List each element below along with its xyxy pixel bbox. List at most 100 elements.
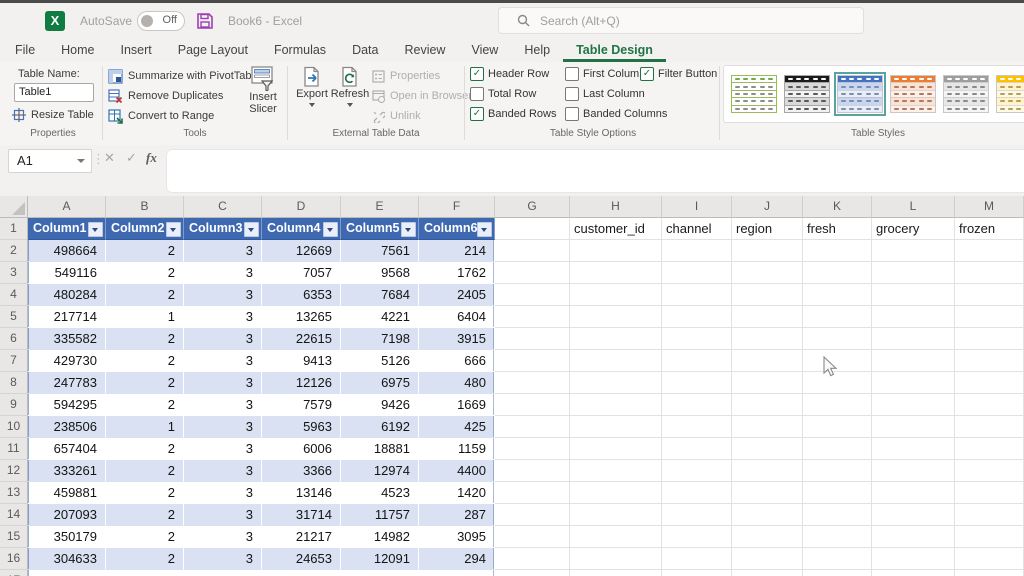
- resize-table-button[interactable]: Resize Table: [12, 106, 94, 124]
- summarize-with-pivottable-button[interactable]: Summarize with PivotTable: [108, 67, 260, 85]
- cell-C7[interactable]: 3: [184, 350, 262, 372]
- cell-C15[interactable]: 3: [184, 526, 262, 548]
- column-header-J[interactable]: J: [732, 196, 803, 218]
- cell-B2[interactable]: 2: [106, 240, 184, 262]
- cell-H16[interactable]: [570, 548, 662, 570]
- formula-input[interactable]: [166, 149, 1024, 193]
- cell-F8[interactable]: 480: [419, 372, 495, 394]
- cell-D10[interactable]: 5963: [262, 416, 341, 438]
- checkbox-box-header-row[interactable]: ✓: [470, 67, 484, 81]
- column-header-H[interactable]: H: [570, 196, 662, 218]
- cell-A2[interactable]: 498664: [28, 240, 106, 262]
- row-header-6[interactable]: 6: [0, 328, 28, 350]
- cell-M13[interactable]: [955, 482, 1024, 504]
- cell-B6[interactable]: 2: [106, 328, 184, 350]
- row-header-11[interactable]: 11: [0, 438, 28, 460]
- cell-I2[interactable]: [662, 240, 732, 262]
- row-header-9[interactable]: 9: [0, 394, 28, 416]
- cell-G15[interactable]: [495, 526, 570, 548]
- excel-app-icon[interactable]: X: [45, 11, 65, 31]
- cell-I15[interactable]: [662, 526, 732, 548]
- cell-D6[interactable]: 22615: [262, 328, 341, 350]
- cell-K4[interactable]: [803, 284, 872, 306]
- cell-A9[interactable]: 594295: [28, 394, 106, 416]
- cell-J17[interactable]: [732, 570, 803, 576]
- cell-G4[interactable]: [495, 284, 570, 306]
- cell-K1[interactable]: fresh: [803, 218, 872, 240]
- cell-D3[interactable]: 7057: [262, 262, 341, 284]
- name-box[interactable]: A1: [8, 149, 92, 173]
- cell-J1[interactable]: region: [732, 218, 803, 240]
- export-dropdown-chevron[interactable]: [309, 103, 315, 107]
- checkbox-total-row[interactable]: Total Row: [470, 87, 536, 101]
- cell-E4[interactable]: 7684: [341, 284, 419, 306]
- cell-I5[interactable]: [662, 306, 732, 328]
- checkbox-box-banded-rows[interactable]: ✓: [470, 107, 484, 121]
- cell-K17[interactable]: [803, 570, 872, 576]
- tab-help[interactable]: Help: [511, 40, 563, 62]
- cell-L8[interactable]: [872, 372, 955, 394]
- cell-M1[interactable]: frozen: [955, 218, 1024, 240]
- cell-J4[interactable]: [732, 284, 803, 306]
- cell-I14[interactable]: [662, 504, 732, 526]
- cell-B12[interactable]: 2: [106, 460, 184, 482]
- cell-I10[interactable]: [662, 416, 732, 438]
- cell-E1[interactable]: Column5: [341, 218, 419, 240]
- cell-B17[interactable]: 1: [106, 570, 184, 576]
- cell-H15[interactable]: [570, 526, 662, 548]
- insert-function-icon[interactable]: fx: [146, 150, 157, 166]
- cell-M2[interactable]: [955, 240, 1024, 262]
- cell-C3[interactable]: 3: [184, 262, 262, 284]
- cell-J10[interactable]: [732, 416, 803, 438]
- cell-H6[interactable]: [570, 328, 662, 350]
- cell-L12[interactable]: [872, 460, 955, 482]
- cell-A7[interactable]: 429730: [28, 350, 106, 372]
- column-header-F[interactable]: F: [419, 196, 495, 218]
- filter-button-column5[interactable]: [401, 222, 416, 237]
- cell-M7[interactable]: [955, 350, 1024, 372]
- cell-L1[interactable]: grocery: [872, 218, 955, 240]
- table-style-swatch-dark-black[interactable]: [784, 75, 830, 113]
- filter-button-column4[interactable]: [323, 222, 338, 237]
- cell-J13[interactable]: [732, 482, 803, 504]
- cell-K11[interactable]: [803, 438, 872, 460]
- refresh-dropdown-chevron[interactable]: [347, 103, 353, 107]
- cell-A4[interactable]: 480284: [28, 284, 106, 306]
- cell-L7[interactable]: [872, 350, 955, 372]
- cell-M16[interactable]: [955, 548, 1024, 570]
- cell-D17[interactable]: 12952: [262, 570, 341, 576]
- column-header-E[interactable]: E: [341, 196, 419, 218]
- save-icon[interactable]: [195, 11, 215, 36]
- cell-C14[interactable]: 3: [184, 504, 262, 526]
- cell-K16[interactable]: [803, 548, 872, 570]
- cell-E10[interactable]: 6192: [341, 416, 419, 438]
- cell-F16[interactable]: 294: [419, 548, 495, 570]
- cell-H13[interactable]: [570, 482, 662, 504]
- cell-I7[interactable]: [662, 350, 732, 372]
- cell-G13[interactable]: [495, 482, 570, 504]
- cell-L3[interactable]: [872, 262, 955, 284]
- checkbox-box-last-column[interactable]: [565, 87, 579, 101]
- cell-F11[interactable]: 1159: [419, 438, 495, 460]
- cell-L13[interactable]: [872, 482, 955, 504]
- cell-H8[interactable]: [570, 372, 662, 394]
- cell-B11[interactable]: 2: [106, 438, 184, 460]
- convert-to-range-button[interactable]: Convert to Range: [108, 107, 214, 125]
- cell-M10[interactable]: [955, 416, 1024, 438]
- cell-A10[interactable]: 238506: [28, 416, 106, 438]
- cell-D13[interactable]: 13146: [262, 482, 341, 504]
- cell-A16[interactable]: 304633: [28, 548, 106, 570]
- column-header-D[interactable]: D: [262, 196, 341, 218]
- row-header-4[interactable]: 4: [0, 284, 28, 306]
- cell-E2[interactable]: 7561: [341, 240, 419, 262]
- cell-F9[interactable]: 1669: [419, 394, 495, 416]
- column-header-I[interactable]: I: [662, 196, 732, 218]
- row-header-15[interactable]: 15: [0, 526, 28, 548]
- cell-A8[interactable]: 247783: [28, 372, 106, 394]
- row-header-14[interactable]: 14: [0, 504, 28, 526]
- filter-button-column2[interactable]: [166, 222, 181, 237]
- cell-H12[interactable]: [570, 460, 662, 482]
- cell-L11[interactable]: [872, 438, 955, 460]
- cell-I16[interactable]: [662, 548, 732, 570]
- table-style-swatch-medium-gray[interactable]: [943, 75, 989, 113]
